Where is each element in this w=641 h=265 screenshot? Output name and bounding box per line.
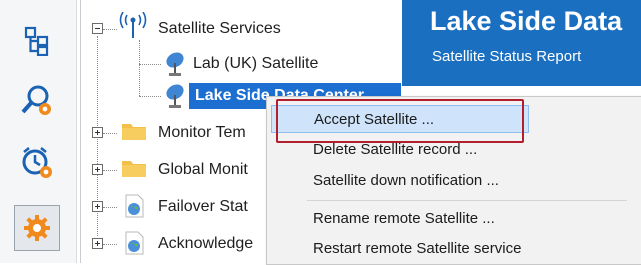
tree-item-label: Monitor Tem [158, 124, 246, 141]
tree-item-satellite-services[interactable]: Satellite Services [81, 12, 401, 44]
menu-item-label: Rename remote Satellite ... [313, 210, 495, 227]
antenna-icon [119, 12, 147, 38]
report-globe-icon [125, 194, 144, 218]
tree-item-label: Failover Stat [158, 198, 248, 215]
menu-item-restart-remote-satellite-service[interactable]: Restart remote Satellite service [267, 235, 641, 263]
menu-item-label: Restart remote Satellite service [313, 240, 522, 257]
tree-connector [103, 29, 117, 30]
tree-connector [103, 133, 117, 134]
settings-button[interactable] [14, 205, 60, 251]
folder-icon [122, 124, 146, 140]
tree-structure-button[interactable] [14, 18, 60, 64]
menu-item-label: Satellite down notification ... [313, 172, 499, 189]
tree-structure-icon [24, 26, 49, 56]
tree-connector [103, 244, 117, 245]
menu-item-rename-remote-satellite[interactable]: Rename remote Satellite ... [267, 205, 641, 233]
expand-toggle[interactable] [92, 164, 103, 175]
search-settings-button[interactable] [14, 77, 60, 123]
menu-item-satellite-down-notification[interactable]: Satellite down notification ... [267, 167, 641, 195]
alarm-clock-settings-button[interactable] [14, 140, 60, 186]
tree-item-label: Global Monit [158, 161, 248, 178]
tree-item-label: Satellite Services [158, 20, 281, 37]
report-globe-icon [125, 231, 144, 255]
tree-connector [103, 207, 117, 208]
expand-toggle[interactable] [92, 127, 103, 138]
expand-toggle[interactable] [92, 238, 103, 249]
report-header: Lake Side Data Satellite Status Report [402, 0, 641, 86]
alarm-clock-settings-icon [22, 147, 52, 178]
tree-item-label: Acknowledge [158, 235, 254, 252]
search-settings-icon [21, 85, 51, 115]
report-subtitle: Satellite Status Report [432, 48, 582, 65]
satellite-dish-icon [166, 52, 184, 76]
satellite-dish-icon [166, 84, 184, 108]
tree-item-label: Lab (UK) Satellite [193, 55, 319, 72]
menu-item-label: Delete Satellite record ... [313, 141, 478, 158]
tree-item-lab-uk-satellite[interactable]: Lab (UK) Satellite [81, 49, 401, 79]
collapse-toggle[interactable] [92, 23, 103, 34]
tree-connector [103, 170, 117, 171]
menu-separator [307, 200, 627, 201]
icon-rail [0, 0, 77, 263]
expand-toggle[interactable] [92, 201, 103, 212]
folder-icon [122, 161, 146, 177]
highlight-annotation [276, 99, 524, 143]
report-title: Lake Side Data [430, 6, 623, 36]
gear-icon [24, 215, 50, 241]
